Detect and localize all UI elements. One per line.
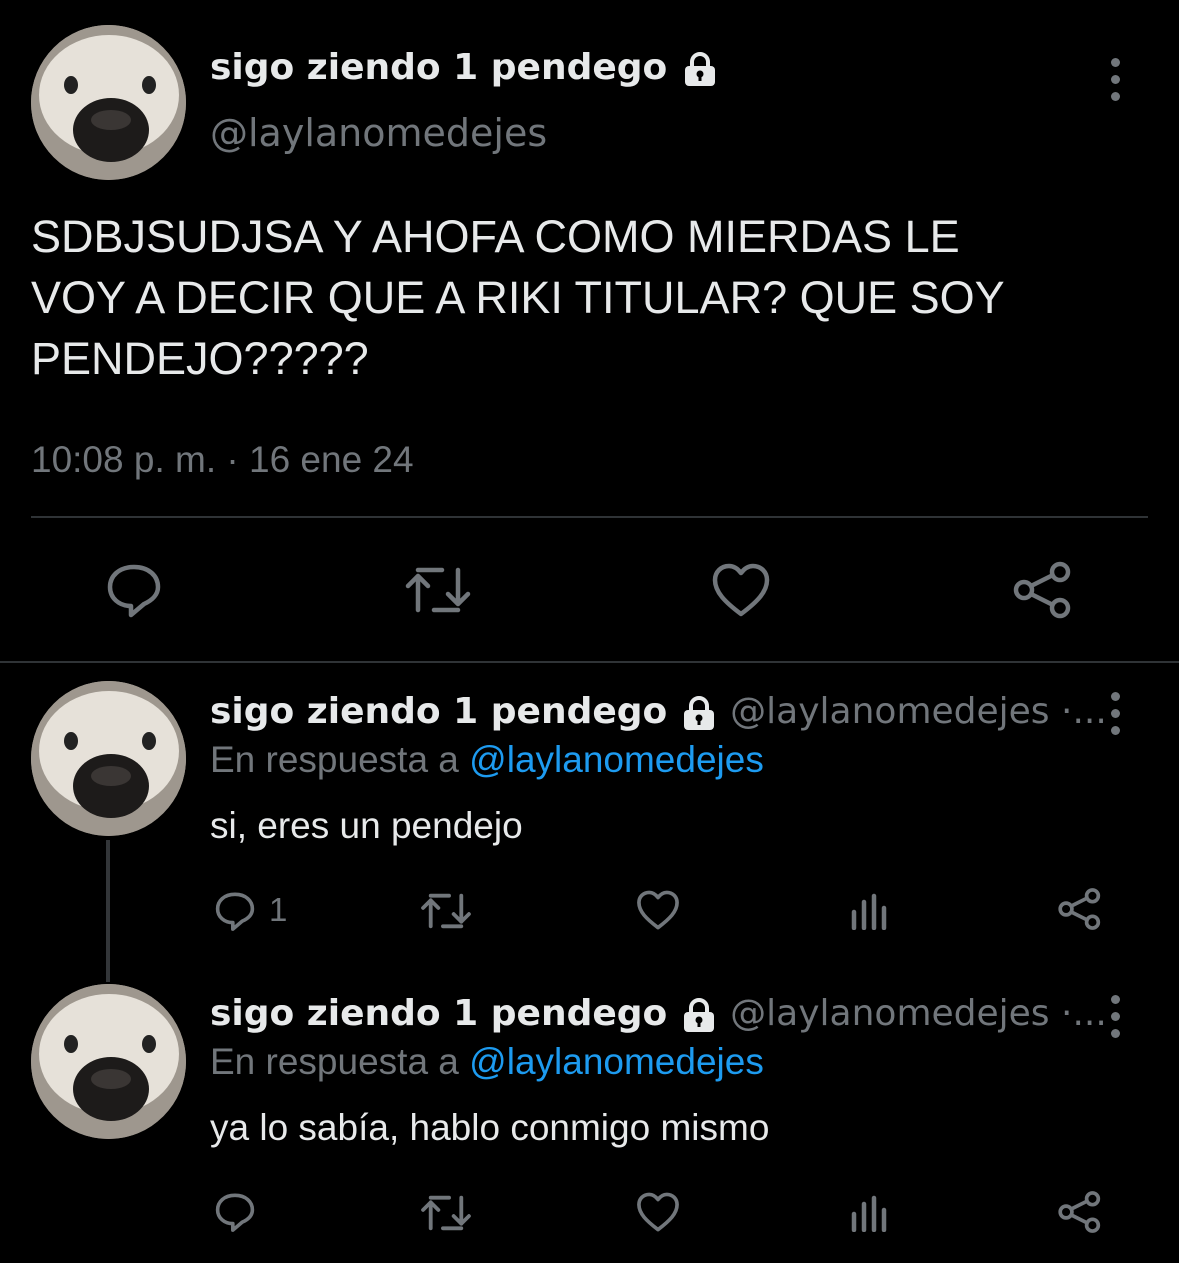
avatar[interactable] (31, 681, 186, 836)
more-options-icon[interactable] (1105, 58, 1125, 101)
more-options-icon[interactable] (1105, 995, 1125, 1038)
handle[interactable]: @laylanomedejes ·... (730, 993, 1107, 1034)
share-icon[interactable] (1057, 1190, 1103, 1234)
like-icon[interactable] (711, 562, 771, 618)
display-name[interactable]: sigo ziendo 1 pendego (210, 691, 667, 732)
thread-line (106, 840, 110, 982)
reply-icon[interactable] (213, 1191, 257, 1233)
retweet-icon[interactable] (420, 891, 472, 931)
reply-to-link[interactable]: @laylanomedejes (469, 739, 764, 780)
display-name-text: sigo ziendo 1 pendego (210, 47, 668, 88)
tweet-timestamp[interactable]: 10:08 p. m. · 16 ene 24 (31, 437, 414, 483)
tweet-text: SDBJSUDJSA Y AHOFA COMO MIERDAS LE VOY A… (31, 206, 1005, 389)
share-icon[interactable] (1057, 887, 1103, 931)
like-icon[interactable] (636, 1191, 680, 1233)
reply-context: En respuesta a @laylanomedejes (210, 736, 764, 784)
share-icon[interactable] (1012, 560, 1074, 620)
reply-context: En respuesta a @laylanomedejes (210, 1038, 764, 1086)
more-options-icon[interactable] (1105, 692, 1125, 735)
avatar[interactable] (31, 25, 186, 180)
reply-prefix: En respuesta a (210, 1041, 459, 1082)
reply-prefix: En respuesta a (210, 739, 459, 780)
reply-icon[interactable] (213, 890, 257, 932)
reply-text: ya lo sabía, hablo conmigo mismo (210, 1107, 770, 1148)
reply-icon[interactable] (104, 561, 164, 619)
tweet-text-line: VOY A DECIR QUE A RIKI TITULAR? QUE SOY (31, 272, 1005, 323)
lock-icon (684, 52, 715, 86)
reply-to-link[interactable]: @laylanomedejes (469, 1041, 764, 1082)
reply-count: 1 (269, 891, 288, 928)
lock-icon (683, 696, 714, 730)
reply-header: sigo ziendo 1 pendego @laylanomedejes ·.… (210, 990, 1107, 1038)
divider (31, 516, 1148, 518)
handle[interactable]: @laylanomedejes (210, 110, 547, 156)
lock-icon (683, 998, 714, 1032)
display-name[interactable]: sigo ziendo 1 pendego (210, 44, 720, 92)
handle[interactable]: @laylanomedejes ·... (730, 691, 1107, 732)
tweet-text-line: PENDEJO????? (31, 333, 369, 384)
reply-text: si, eres un pendejo (210, 805, 523, 846)
display-name[interactable]: sigo ziendo 1 pendego (210, 993, 667, 1034)
divider (0, 661, 1179, 663)
views-icon[interactable] (850, 1194, 890, 1232)
tweet-text-line: SDBJSUDJSA Y AHOFA COMO MIERDAS LE (31, 211, 960, 262)
avatar[interactable] (31, 984, 186, 1139)
views-icon[interactable] (850, 892, 890, 930)
reply-header: sigo ziendo 1 pendego @laylanomedejes ·.… (210, 688, 1107, 736)
like-icon[interactable] (636, 889, 680, 931)
retweet-icon[interactable] (420, 1193, 472, 1233)
retweet-icon[interactable] (404, 564, 472, 616)
